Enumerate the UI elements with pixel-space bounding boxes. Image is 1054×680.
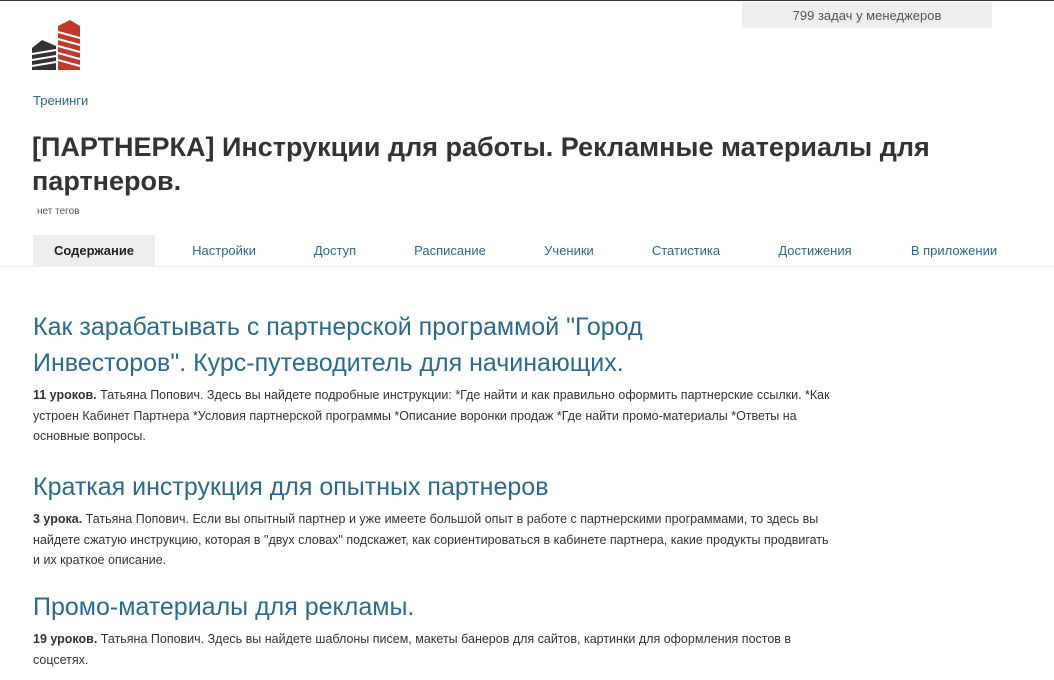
lessons-count: 19 уроков. xyxy=(33,632,98,646)
tab-schedule[interactable]: Расписание xyxy=(397,235,503,266)
training-description-text: Татьяна Попович. Здесь вы найдете шаблон… xyxy=(33,632,792,667)
lessons-count: 3 урока. xyxy=(33,512,83,526)
tags-label: нет тегов xyxy=(37,206,80,217)
tab-settings[interactable]: Настройки xyxy=(172,235,276,266)
tab-bar: Содержание Настройки Доступ Расписание У… xyxy=(0,235,1054,267)
training-description: 11 уроков. Татьяна Попович. Здесь вы най… xyxy=(33,385,833,447)
training-item: Как зарабатывать с партнерской программо… xyxy=(33,309,833,447)
training-item: Краткая инструкция для опытных партнеров… xyxy=(33,469,833,571)
page-title: [ПАРТНЕРКА] Инструкции для работы. Рекла… xyxy=(32,132,930,196)
training-title-link[interactable]: Как зарабатывать с партнерской программо… xyxy=(33,309,733,381)
breadcrumb-trainings[interactable]: Тренинги xyxy=(33,93,88,108)
training-description: 19 уроков. Татьяна Попович. Здесь вы най… xyxy=(33,629,833,670)
tab-students[interactable]: Ученики xyxy=(524,235,614,266)
top-border xyxy=(0,0,1054,1)
tab-content[interactable]: Содержание xyxy=(33,235,155,266)
training-item: Промо-материалы для рекламы. 19 уроков. … xyxy=(33,589,833,670)
training-description-text: Татьяна Попович. Здесь вы найдете подроб… xyxy=(33,388,830,443)
training-title-link[interactable]: Промо-материалы для рекламы. xyxy=(33,589,833,625)
training-description-text: Татьяна Попович. Если вы опытный партнер… xyxy=(33,512,829,567)
tab-statistics[interactable]: Статистика xyxy=(636,235,736,266)
lessons-count: 11 уроков. xyxy=(33,388,97,402)
tab-in-app[interactable]: В приложении xyxy=(892,235,1016,266)
buildings-logo-icon[interactable] xyxy=(30,18,82,72)
training-title-link[interactable]: Краткая инструкция для опытных партнеров xyxy=(33,469,833,505)
training-description: 3 урока. Татьяна Попович. Если вы опытны… xyxy=(33,509,833,571)
tab-access[interactable]: Доступ xyxy=(295,235,375,266)
tab-achievements[interactable]: Достижения xyxy=(760,235,870,266)
manager-tasks-badge[interactable]: 799 задач у менеджеров xyxy=(742,2,992,28)
